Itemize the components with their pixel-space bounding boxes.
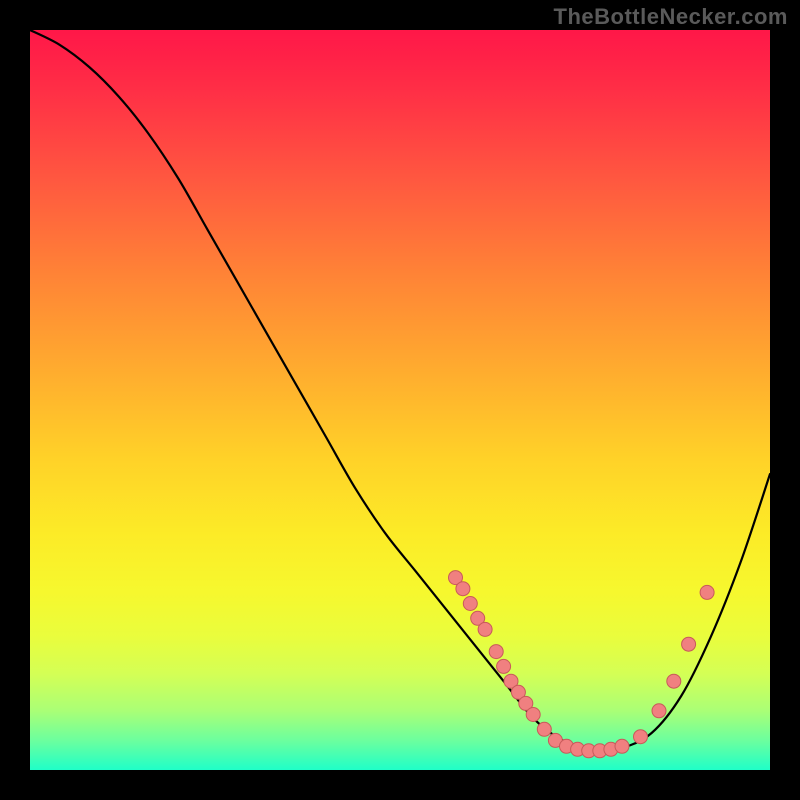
scatter-point (700, 585, 714, 599)
scatter-point (682, 637, 696, 651)
scatter-point (497, 659, 511, 673)
scatter-point (615, 739, 629, 753)
watermark-text: TheBottleNecker.com (554, 4, 788, 30)
scatter-point (537, 722, 551, 736)
scatter-point (634, 730, 648, 744)
scatter-point (456, 582, 470, 596)
chart-container: TheBottleNecker.com (0, 0, 800, 800)
scatter-point (526, 708, 540, 722)
plot-area (30, 30, 770, 770)
bottleneck-curve (30, 30, 770, 749)
curve-layer (30, 30, 770, 770)
scatter-point (489, 645, 503, 659)
scatter-point (478, 622, 492, 636)
scatter-point (667, 674, 681, 688)
scatter-point (652, 704, 666, 718)
scatter-point (463, 597, 477, 611)
scatter-points (449, 571, 715, 758)
